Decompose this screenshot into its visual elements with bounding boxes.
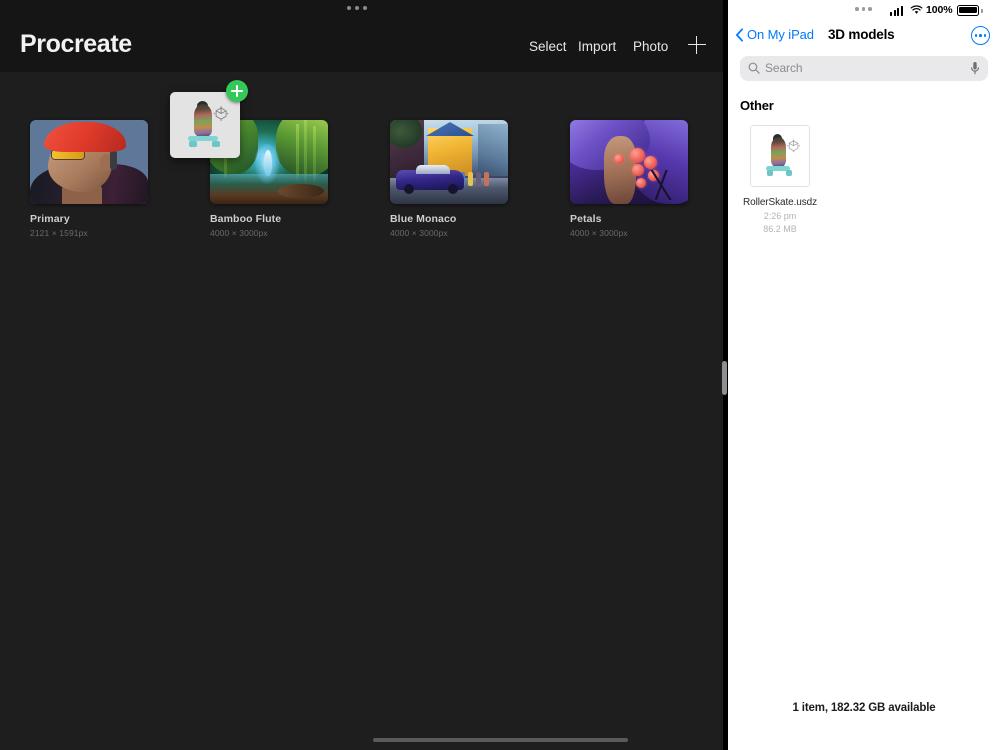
dot [979,34,982,37]
thumb-shape [278,184,324,198]
battery-full-icon [957,5,979,16]
model-shape [767,170,773,175]
dot [868,7,872,11]
artwork-dimensions: 4000 × 3000px [210,228,328,238]
usdz-3d-model-thumbnail [170,92,240,158]
bar [897,8,899,16]
files-folder-title: 3D models [828,27,894,42]
thumb-shape [448,184,458,194]
artwork-dimensions: 4000 × 3000px [390,228,508,238]
plus-icon[interactable] [688,36,706,54]
file-time-label: 2:26 pm [742,210,818,223]
thumb-shape [404,184,414,194]
bar [894,10,896,16]
thumb-shape [468,172,473,186]
ar-cube-icon [212,105,230,122]
drag-preview-card[interactable] [170,92,240,158]
dot [862,7,866,11]
thumb-shape [478,124,508,176]
artwork-thumbnail[interactable] [390,120,508,204]
photo-button[interactable]: Photo [633,39,668,54]
dot [975,34,978,37]
chevron-left-icon[interactable] [735,28,744,42]
signal-bars-icon [890,6,903,16]
artwork-card[interactable]: Blue Monaco 4000 × 3000px [390,120,508,238]
files-status-footer: 1 item, 182.32 GB available [728,702,1000,714]
thumb-shape [644,156,657,169]
artwork-card[interactable]: Primary 2121 × 1591px [30,120,148,238]
artwork-thumbnail[interactable] [570,120,688,204]
ellipsis-circle-icon[interactable] [971,26,990,45]
artwork-title: Blue Monaco [390,213,508,225]
bar [890,12,892,16]
file-thumbnail[interactable] [750,125,810,187]
ar-cube-icon [786,138,801,154]
section-header: Other [740,98,774,113]
files-app-pane: 100% On My iPad 3D models Search [728,0,1000,750]
import-button[interactable]: Import [578,39,616,54]
usdz-3d-model-thumbnail [751,126,809,186]
plus-badge-icon [226,80,248,102]
dot [984,34,987,37]
search-placeholder-text: Search [765,61,802,75]
bar [901,6,903,16]
dot [355,6,359,10]
artwork-dimensions: 4000 × 3000px [570,228,688,238]
select-button[interactable]: Select [529,39,567,54]
thumb-shape [110,150,117,170]
model-shape [189,141,197,147]
files-status-bar: 100% [728,0,1000,22]
thumb-shape [476,172,481,186]
page-title: Procreate [20,30,132,59]
artwork-title: Bamboo Flute [210,213,328,225]
artwork-dimensions: 2121 × 1591px [30,228,148,238]
thumb-shape [640,170,684,200]
multitasking-dots-icon[interactable] [855,7,872,11]
artwork-title: Primary [30,213,148,225]
ipad-split-view-screen: Procreate Select Import Photo Primary 2 [0,0,1000,750]
artwork-thumbnail[interactable] [30,120,148,204]
procreate-app-pane: Procreate Select Import Photo Primary 2 [0,0,723,750]
thumb-shape [484,172,489,186]
file-name-label: RollerSkate.usdz [742,196,818,210]
home-indicator[interactable] [373,738,628,742]
thumb-shape [630,148,645,163]
artwork-gallery: Primary 2121 × 1591px B [0,72,723,750]
multitasking-dots-icon[interactable] [347,6,367,10]
file-list-item[interactable]: RollerSkate.usdz 2:26 pm 86.2 MB [742,125,818,236]
files-nav-bar: On My iPad 3D models [728,22,1000,52]
thumb-shape [276,120,328,176]
dot [363,6,367,10]
microphone-icon[interactable] [970,61,980,76]
thumb-shape [416,165,450,174]
file-size-label: 86.2 MB [742,223,818,236]
search-icon [748,62,760,74]
model-shape [194,104,212,137]
model-shape [771,137,786,167]
back-button-label[interactable]: On My iPad [747,27,814,42]
search-input[interactable]: Search [740,56,988,81]
model-shape [786,170,792,175]
thumb-shape [264,150,272,176]
split-view-grabber[interactable] [722,361,727,395]
battery-percent-label: 100% [926,4,952,16]
dot [347,6,351,10]
artwork-title: Petals [570,213,688,225]
artwork-card[interactable]: Petals 4000 × 3000px [570,120,688,238]
model-shape [212,141,220,147]
wifi-icon [910,5,923,15]
dot [855,7,859,11]
thumb-shape [614,154,624,164]
procreate-status-bar [0,0,723,22]
